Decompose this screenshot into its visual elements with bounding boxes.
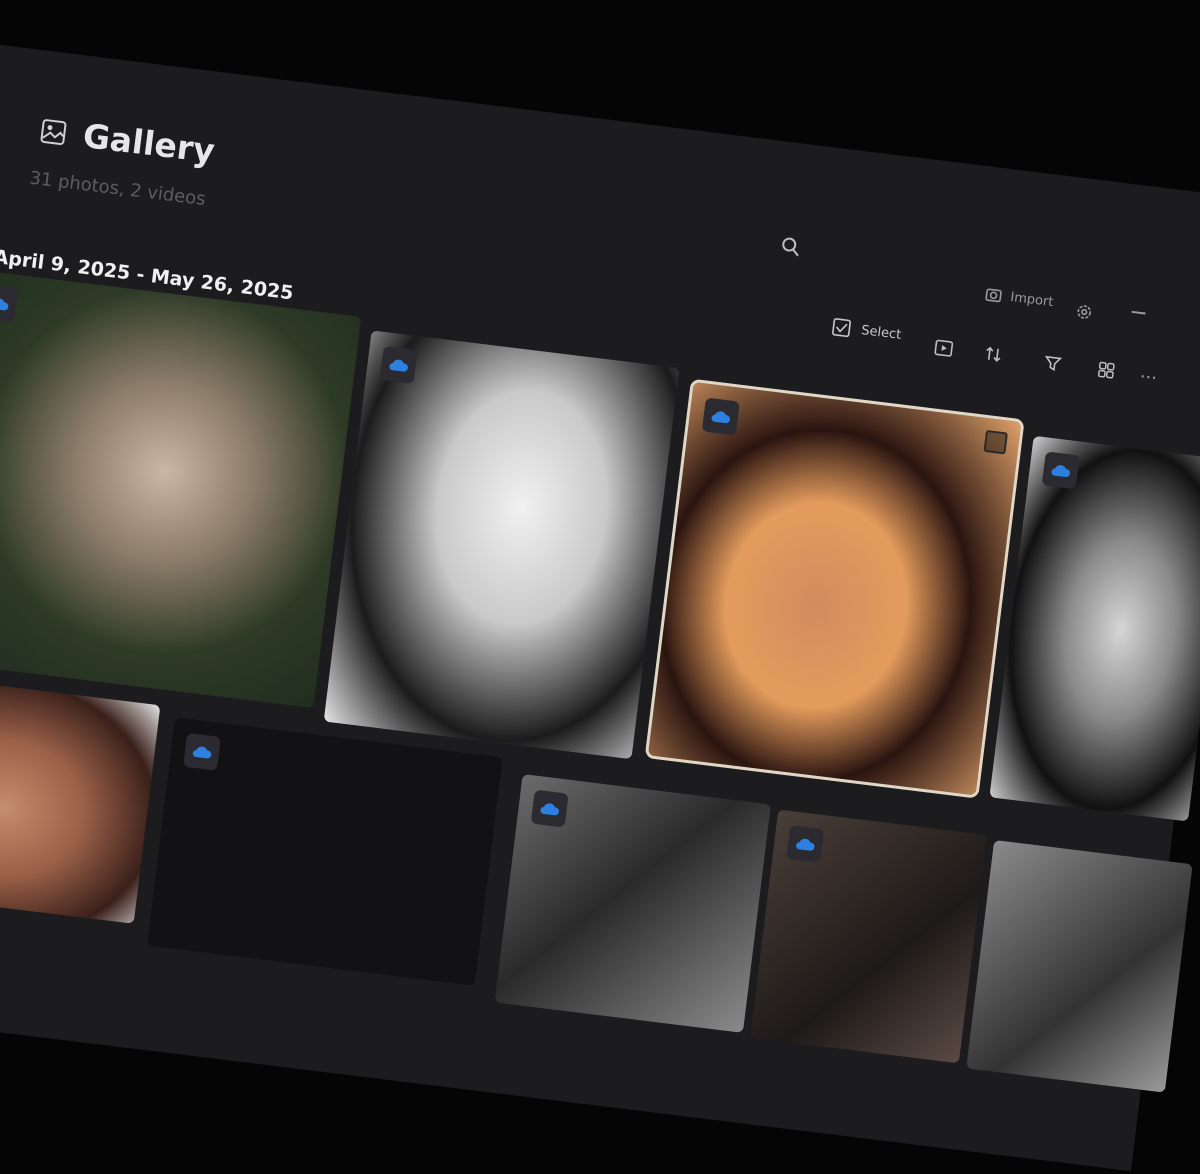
sort-icon[interactable] (982, 343, 1004, 365)
photo-count: 31 photos, 2 videos (28, 167, 207, 211)
cloud-icon (786, 825, 825, 863)
title-row: Gallery (37, 111, 217, 171)
photo-tile[interactable] (147, 717, 503, 986)
import-label: Import (1009, 289, 1055, 310)
photo-tile[interactable] (989, 435, 1200, 822)
select-button[interactable]: Select (830, 316, 902, 344)
gallery-icon (40, 118, 67, 145)
slideshow-icon[interactable] (933, 337, 955, 359)
cloud-icon (1041, 451, 1080, 490)
selection-checkbox[interactable] (983, 429, 1008, 455)
search-icon[interactable] (780, 236, 802, 258)
cloud-icon (183, 732, 222, 771)
import-button[interactable]: Import (984, 285, 1055, 311)
select-checkbox-icon (832, 318, 852, 338)
photo-tile[interactable] (966, 840, 1193, 1093)
cloud-icon (701, 397, 740, 436)
more-icon[interactable]: ··· (1138, 366, 1158, 389)
cloud-icon (530, 789, 569, 828)
photo-tile[interactable] (494, 774, 771, 1033)
select-label: Select (860, 322, 903, 343)
photo-tile[interactable] (323, 330, 680, 760)
photo-tile[interactable] (0, 676, 161, 924)
page-title: Gallery (80, 115, 217, 171)
photos-app-window: Gallery 31 photos, 2 videos April 9, 202… (0, 40, 1200, 1172)
minimize-button[interactable] (1131, 310, 1146, 315)
cloud-icon (379, 345, 418, 384)
photo-tile[interactable] (750, 809, 987, 1064)
gear-icon[interactable] (1074, 302, 1094, 322)
layout-icon[interactable] (1095, 359, 1117, 381)
photo-tile[interactable] (0, 269, 362, 709)
filter-icon[interactable] (1042, 352, 1064, 374)
cloud-icon (0, 284, 19, 323)
photo-tile-selected[interactable] (644, 378, 1025, 799)
import-icon (985, 288, 1002, 303)
